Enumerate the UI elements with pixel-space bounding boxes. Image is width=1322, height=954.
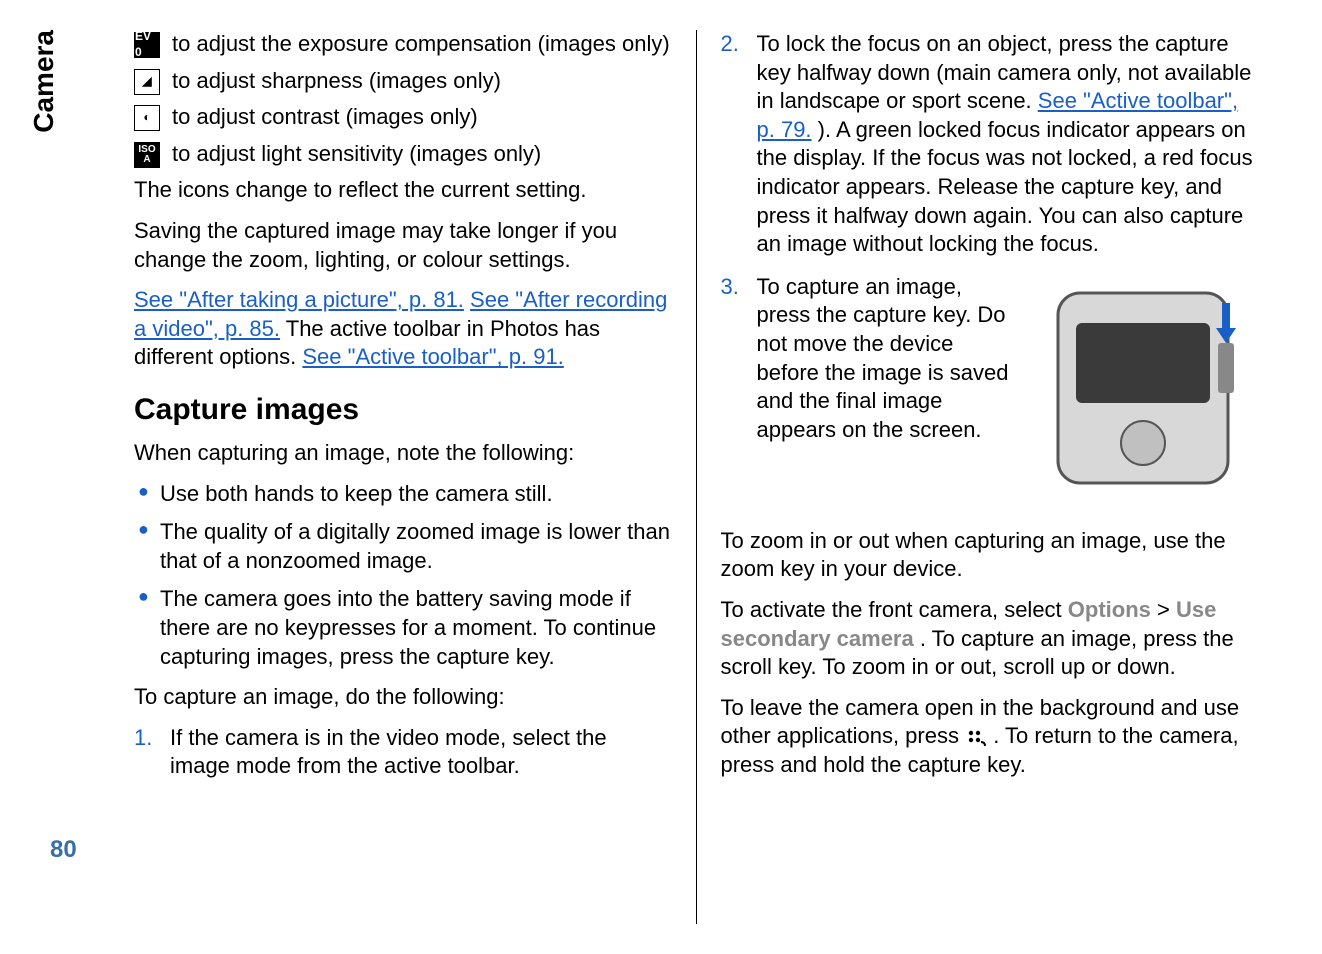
setting-text: to adjust light sensitivity (images only… (172, 140, 541, 169)
body-text: The icons change to reflect the current … (134, 176, 672, 205)
body-text: To activate the front camera, select Opt… (721, 596, 1259, 682)
step-text: If the camera is in the video mode, sele… (170, 725, 607, 779)
body-text: See "After taking a picture", p. 81. See… (134, 286, 672, 372)
capture-steps-right: 2. To lock the focus on an object, press… (721, 30, 1259, 513)
capture-steps-left: 1. If the camera is in the video mode, s… (134, 724, 672, 781)
ev-icon: EV 0 (134, 32, 160, 58)
right-column: 2. To lock the focus on an object, press… (696, 30, 1283, 924)
body-text: When capturing an image, note the follow… (134, 439, 672, 468)
step-text: To capture an image, press the capture k… (757, 274, 1009, 442)
setting-text: to adjust the exposure compensation (ima… (172, 30, 670, 59)
step-item: 2. To lock the focus on an object, press… (721, 30, 1259, 259)
step-text: ). A green locked focus indicator appear… (757, 117, 1253, 256)
tips-list: Use both hands to keep the camera still.… (134, 480, 672, 672)
ui-label-options: Options (1068, 597, 1151, 622)
content-columns: EV 0 to adjust the exposure compensation… (110, 30, 1282, 924)
list-item: The quality of a digitally zoomed image … (134, 518, 672, 575)
setting-row-ev: EV 0 to adjust the exposure compensation… (134, 30, 672, 59)
iso-icon: ISO A (134, 142, 160, 168)
setting-row-contrast: ◐ to adjust contrast (images only) (134, 103, 672, 132)
device-illustration (1028, 273, 1258, 503)
manual-page: Camera 80 EV 0 to adjust the exposure co… (0, 0, 1322, 954)
body-text: Saving the captured image may take longe… (134, 217, 672, 274)
step-number: 1. (134, 724, 152, 753)
list-item: The camera goes into the battery saving … (134, 585, 672, 671)
step-number: 3. (721, 273, 739, 302)
body-text: To capture an image, do the following: (134, 683, 672, 712)
body-text: To leave the camera open in the backgrou… (721, 694, 1259, 780)
setting-row-iso: ISO A to adjust light sensitivity (image… (134, 140, 672, 169)
link-active-toolbar-91[interactable]: See "Active toolbar", p. 91. (302, 344, 563, 369)
step-item: 3. To capture an image, press the captur… (721, 273, 1259, 513)
link-after-picture[interactable]: See "After taking a picture", p. 81. (134, 287, 464, 312)
heading-capture-images: Capture images (134, 390, 672, 429)
sharpness-icon: ◢ (134, 69, 160, 95)
setting-row-sharpness: ◢ to adjust sharpness (images only) (134, 67, 672, 96)
setting-text: to adjust contrast (images only) (172, 103, 478, 132)
body-text: To zoom in or out when capturing an imag… (721, 527, 1259, 584)
step-number: 2. (721, 30, 739, 59)
list-item: Use both hands to keep the camera still. (134, 480, 672, 509)
contrast-icon: ◐ (134, 105, 160, 131)
step-item: 1. If the camera is in the video mode, s… (134, 724, 672, 781)
page-number: 80 (50, 836, 77, 864)
section-tab-camera: Camera (28, 30, 60, 133)
menu-key-icon (965, 727, 987, 749)
left-column: EV 0 to adjust the exposure compensation… (110, 30, 696, 924)
setting-text: to adjust sharpness (images only) (172, 67, 501, 96)
